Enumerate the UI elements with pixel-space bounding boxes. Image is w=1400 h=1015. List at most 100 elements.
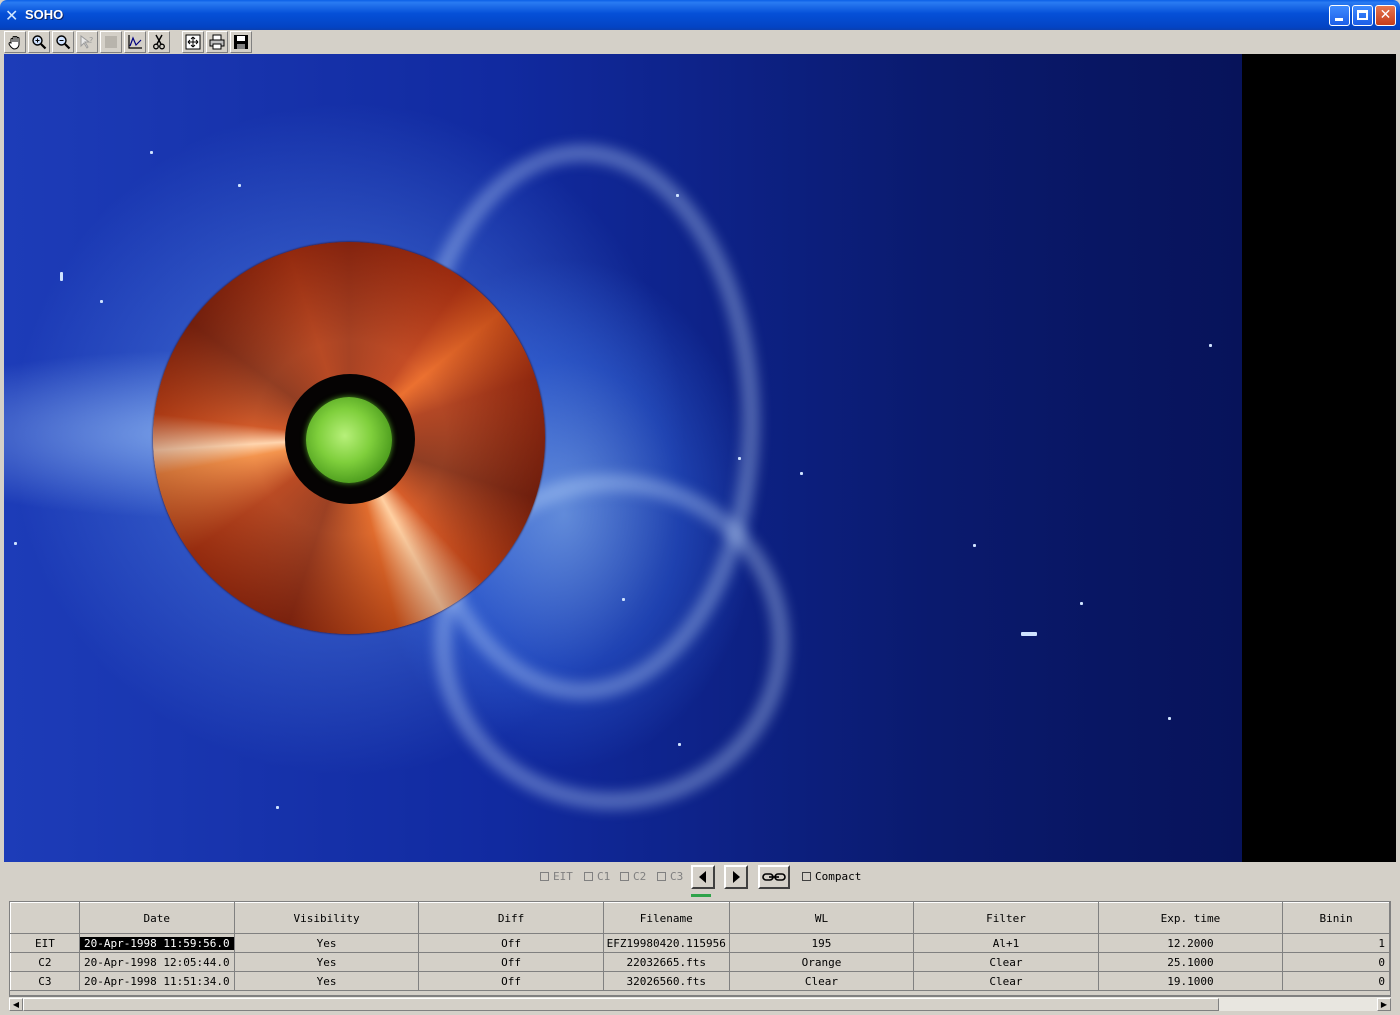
- star: [1168, 717, 1171, 720]
- column-header-wl[interactable]: WL: [728, 902, 915, 934]
- triangle-right-icon: [733, 871, 740, 883]
- date-cell[interactable]: 20-Apr-1998 12:05:44.0: [78, 952, 235, 972]
- layer-c1-checkbox[interactable]: C1: [584, 868, 610, 884]
- print-icon: [209, 34, 225, 50]
- soho-window: ✕ SOHO ✕ ? EIT C1 C2 C3 Compact Date Vis…: [0, 0, 1400, 1015]
- zoom-out-icon: [56, 35, 71, 50]
- blank-tool-button[interactable]: [100, 31, 122, 53]
- star: [276, 806, 279, 809]
- close-button[interactable]: ✕: [1375, 5, 1396, 26]
- diff-cell[interactable]: Off: [418, 933, 604, 953]
- help-icon: ?: [80, 35, 93, 49]
- link-icon: [762, 873, 786, 881]
- checkbox-box: [620, 871, 629, 881]
- scroll-right-button[interactable]: ▶: [1377, 998, 1391, 1011]
- query-tool-button[interactable]: ?: [76, 31, 98, 53]
- layer-c3-checkbox[interactable]: C3: [657, 868, 683, 884]
- layer-eit-checkbox[interactable]: EIT: [540, 868, 573, 884]
- maximize-button[interactable]: [1352, 5, 1373, 26]
- column-header-corner: [10, 902, 80, 934]
- exp-time-cell[interactable]: 12.2000: [1097, 933, 1284, 953]
- layer-c1-label: C1: [597, 869, 611, 883]
- table-row[interactable]: C3 20-Apr-1998 11:51:34.0 Yes Off 320265…: [10, 971, 1390, 991]
- selected-cell-value: 20-Apr-1998 11:59:56.0: [80, 936, 234, 950]
- fit-tool-button[interactable]: [182, 31, 204, 53]
- star: [1021, 632, 1037, 636]
- visibility-cell[interactable]: Yes: [233, 971, 420, 991]
- minimize-button[interactable]: [1329, 5, 1350, 26]
- zoom-out-tool-button[interactable]: [52, 31, 74, 53]
- star: [100, 300, 103, 303]
- column-header-filter[interactable]: Filter: [913, 902, 1099, 934]
- binning-cell[interactable]: 0: [1282, 971, 1390, 991]
- plot-tool-button[interactable]: [124, 31, 146, 53]
- save-tool-button[interactable]: [230, 31, 252, 53]
- compact-label: Compact: [815, 869, 862, 883]
- column-header-filename[interactable]: Filename: [602, 902, 730, 934]
- previous-button[interactable]: [691, 865, 715, 889]
- save-icon: [234, 35, 248, 49]
- star: [60, 272, 63, 281]
- visibility-cell[interactable]: Yes: [233, 952, 420, 972]
- checkbox-box: [657, 871, 666, 881]
- zoom-in-tool-button[interactable]: [28, 31, 50, 53]
- date-cell[interactable]: 20-Apr-1998 11:51:34.0: [78, 971, 235, 991]
- filename-cell[interactable]: 32026560.fts: [602, 971, 730, 991]
- pan-tool-button[interactable]: [4, 31, 26, 53]
- diff-cell[interactable]: Off: [418, 971, 604, 991]
- title-bar[interactable]: ✕ SOHO ✕: [0, 0, 1400, 30]
- zoom-in-icon: [32, 35, 47, 50]
- column-header-binning[interactable]: Binin: [1282, 902, 1390, 934]
- wl-cell[interactable]: 195: [728, 933, 915, 953]
- filter-cell[interactable]: Clear: [913, 971, 1099, 991]
- table-row[interactable]: EIT 20-Apr-1998 11:59:56.0 Yes Off EFZ19…: [10, 933, 1390, 953]
- fit-icon: [185, 34, 201, 50]
- print-tool-button[interactable]: [206, 31, 228, 53]
- star: [1080, 602, 1083, 605]
- star: [738, 457, 741, 460]
- star: [14, 542, 17, 545]
- date-cell[interactable]: 20-Apr-1998 11:59:56.0: [78, 933, 235, 953]
- binning-cell[interactable]: 1: [1282, 933, 1390, 953]
- layer-eit-label: EIT: [553, 869, 573, 883]
- column-header-diff[interactable]: Diff: [418, 902, 604, 934]
- triangle-left-icon: [699, 871, 706, 883]
- horizontal-scrollbar[interactable]: ◀ ▶: [9, 996, 1391, 1011]
- binning-cell[interactable]: 0: [1282, 952, 1390, 972]
- next-button[interactable]: [724, 865, 748, 889]
- cut-tool-button[interactable]: [148, 31, 170, 53]
- filter-cell[interactable]: Clear: [913, 952, 1099, 972]
- link-button[interactable]: [758, 865, 790, 889]
- row-header[interactable]: EIT: [10, 933, 80, 953]
- row-header[interactable]: C2: [10, 952, 80, 972]
- filename-cell[interactable]: 22032665.fts: [602, 952, 730, 972]
- diff-cell[interactable]: Off: [418, 952, 604, 972]
- star: [676, 194, 679, 197]
- column-header-date[interactable]: Date: [78, 902, 235, 934]
- compact-checkbox[interactable]: Compact: [802, 868, 861, 884]
- row-header[interactable]: C3: [10, 971, 80, 991]
- frame-indicator: [691, 894, 711, 897]
- layer-c3-label: C3: [670, 869, 684, 883]
- star: [622, 598, 625, 601]
- blank-icon: [105, 36, 117, 48]
- toolbar: ?: [4, 30, 1396, 54]
- scroll-left-button[interactable]: ◀: [9, 998, 23, 1011]
- table-row[interactable]: C2 20-Apr-1998 12:05:44.0 Yes Off 220326…: [10, 952, 1390, 972]
- exp-time-cell[interactable]: 25.1000: [1097, 952, 1284, 972]
- hand-icon: [8, 36, 20, 50]
- exp-time-cell[interactable]: 19.1000: [1097, 971, 1284, 991]
- wl-cell[interactable]: Orange: [728, 952, 915, 972]
- image-display[interactable]: [4, 54, 1396, 862]
- filter-cell[interactable]: Al+1: [913, 933, 1099, 953]
- column-header-exp-time[interactable]: Exp. time: [1097, 902, 1284, 934]
- star: [800, 472, 803, 475]
- scrollbar-thumb[interactable]: [23, 998, 1219, 1011]
- scissors-icon: [153, 34, 165, 50]
- column-header-visibility[interactable]: Visibility: [233, 902, 420, 934]
- wl-cell[interactable]: Clear: [728, 971, 915, 991]
- visibility-cell[interactable]: Yes: [233, 933, 420, 953]
- minimize-icon: [1335, 18, 1343, 21]
- layer-c2-checkbox[interactable]: C2: [620, 868, 646, 884]
- filename-cell[interactable]: EFZ19980420.115956: [602, 933, 730, 953]
